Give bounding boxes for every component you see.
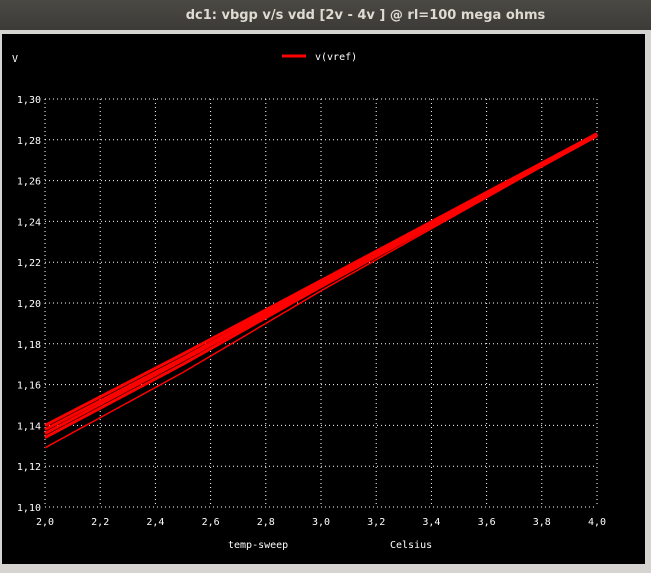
tick-labels: 2,0 2,2 2,4 2,6 2,8 3,0 3,2 3,4 3,6 3,8 4,0 1,10 1,1… — [17, 95, 606, 528]
x-tick-label: 3,6 — [478, 517, 496, 528]
title-bar[interactable]: dc1: vbgp v/s vdd [2v - 4v ] @ rl=100 me… — [0, 0, 651, 30]
y-tick-label: 1,30 — [17, 95, 41, 106]
y-tick-label: 1,24 — [17, 217, 41, 228]
y-tick-label: 1,22 — [17, 258, 41, 269]
x-tick-label: 2,4 — [146, 517, 164, 528]
x-axis-label: temp-sweep — [228, 540, 288, 551]
y-tick-label: 1,10 — [17, 503, 41, 514]
y-tick-label: 1,18 — [17, 340, 41, 351]
y-axis-label: V — [12, 54, 18, 65]
x-axis-unit: Celsius — [390, 540, 432, 551]
x-tick-label: 2,8 — [257, 517, 275, 528]
x-tick-label: 4,0 — [588, 517, 606, 528]
x-tick-label: 2,2 — [91, 517, 109, 528]
grid — [44, 98, 598, 508]
y-tick-label: 1,20 — [17, 299, 41, 310]
x-tick-label: 3,8 — [533, 517, 551, 528]
x-tick-label: 3,2 — [367, 517, 385, 528]
chart-svg: 2,0 2,2 2,4 2,6 2,8 3,0 3,2 3,4 3,6 3,8 4,0 1,10 1,1… — [12, 52, 606, 551]
y-tick-label: 1,28 — [17, 136, 41, 147]
plot-canvas[interactable]: 2,0 2,2 2,4 2,6 2,8 3,0 3,2 3,4 3,6 3,8 4,0 1,10 1,1… — [2, 34, 645, 564]
window-title: dc1: vbgp v/s vdd [2v - 4v ] @ rl=100 me… — [185, 7, 546, 23]
series-line-2 — [44, 132, 598, 431]
x-tick-label: 3,0 — [312, 517, 330, 528]
y-tick-label: 1,16 — [17, 381, 41, 392]
plot-window: dc1: vbgp v/s vdd [2v - 4v ] @ rl=100 me… — [0, 0, 651, 573]
y-tick-label: 1,14 — [17, 421, 41, 432]
x-tick-label: 2,0 — [36, 517, 54, 528]
y-tick-label: 1,26 — [17, 177, 41, 188]
y-tick-label: 1,12 — [17, 462, 41, 473]
x-tick-label: 2,6 — [202, 517, 220, 528]
x-tick-label: 3,4 — [422, 517, 440, 528]
legend-label: v(vref) — [315, 52, 357, 63]
